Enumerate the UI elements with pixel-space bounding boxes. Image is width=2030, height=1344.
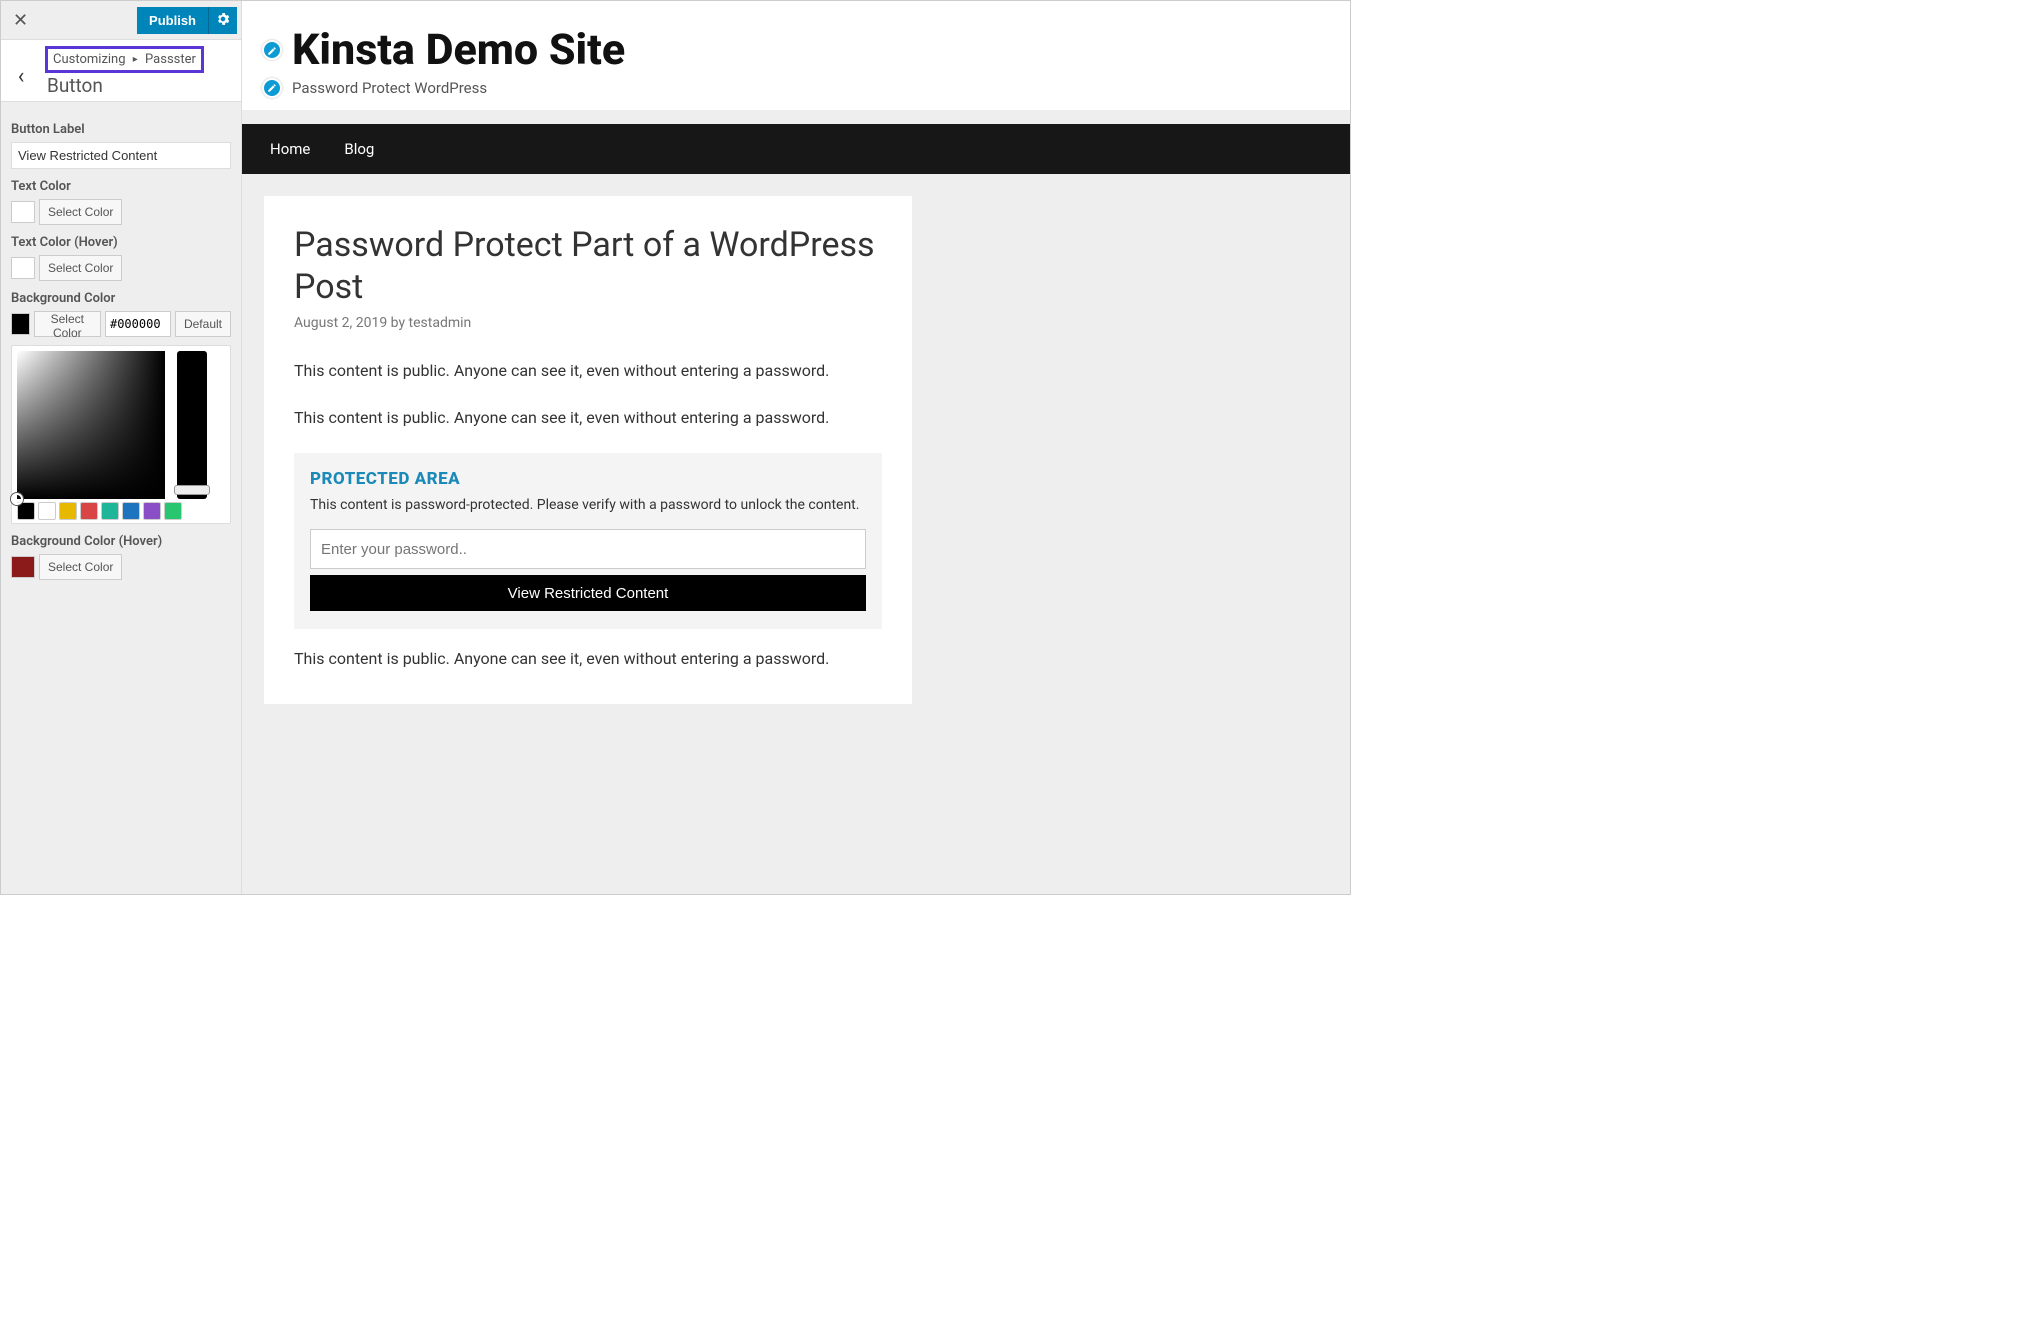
post: Password Protect Part of a WordPress Pos… (264, 196, 912, 705)
hue-slider[interactable] (177, 351, 207, 499)
post-meta: August 2, 2019 by testadmin (294, 315, 882, 331)
label-bg-color-hover: Background Color (Hover) (11, 534, 231, 549)
palette-swatch[interactable] (80, 502, 98, 520)
nav-item-home[interactable]: Home (270, 124, 310, 174)
button-label-input[interactable] (11, 142, 231, 169)
palette-swatch[interactable] (17, 502, 35, 520)
bg-color-hover-swatch[interactable] (11, 556, 35, 578)
palette-swatch[interactable] (59, 502, 77, 520)
post-title: Password Protect Part of a WordPress Pos… (294, 224, 882, 309)
close-icon[interactable]: ✕ (1, 1, 40, 40)
back-button[interactable]: ‹ (1, 40, 41, 95)
bg-color-swatch[interactable] (11, 313, 30, 335)
site-header: Kinsta Demo Site Password Protect WordPr… (242, 1, 1350, 110)
bg-color-hover-select-button[interactable]: Select Color (39, 554, 122, 580)
label-button-text: Button Label (11, 122, 231, 137)
breadcrumb: ‹ Customizing ▸ Passster Button (1, 40, 241, 102)
preview-pane: Kinsta Demo Site Password Protect WordPr… (242, 1, 1350, 894)
edit-shortcut-tagline[interactable] (262, 78, 282, 98)
palette-swatch[interactable] (38, 502, 56, 520)
pencil-icon (267, 41, 277, 60)
palette-swatch[interactable] (164, 502, 182, 520)
text-color-select-button[interactable]: Select Color (39, 199, 122, 225)
publish-button[interactable]: Publish (137, 7, 209, 34)
chevron-left-icon: ‹ (18, 64, 25, 89)
panel-title: Button (47, 74, 202, 97)
color-picker (11, 345, 231, 524)
text-color-hover-swatch[interactable] (11, 257, 35, 279)
gear-icon (215, 11, 231, 30)
settings-button[interactable] (209, 7, 237, 34)
protected-area: PROTECTED AREA This content is password-… (294, 453, 882, 629)
bg-color-hex-input[interactable] (105, 311, 171, 337)
site-tagline[interactable]: Password Protect WordPress (292, 79, 487, 97)
label-text-color-hover: Text Color (Hover) (11, 235, 231, 250)
site-title[interactable]: Kinsta Demo Site (292, 25, 625, 75)
sidebar-topbar: ✕ Publish (1, 1, 241, 40)
palette-swatch[interactable] (143, 502, 161, 520)
view-restricted-button[interactable]: View Restricted Content (310, 575, 866, 611)
breadcrumb-root: Customizing (53, 52, 126, 67)
text-color-swatch[interactable] (11, 201, 35, 223)
label-text-color: Text Color (11, 179, 231, 194)
breadcrumb-section: Passster (145, 52, 196, 67)
customizer-sidebar: ✕ Publish ‹ Customizing ▸ Passster (1, 1, 242, 894)
primary-nav: Home Blog (242, 124, 1350, 174)
nav-item-blog[interactable]: Blog (344, 124, 374, 174)
edit-shortcut-title[interactable] (262, 40, 282, 60)
palette-swatch[interactable] (122, 502, 140, 520)
password-input[interactable] (310, 529, 866, 569)
protected-text: This content is password-protected. Plea… (310, 497, 866, 513)
controls-area: Button Label Text Color Select Color Tex… (1, 102, 241, 894)
palette-swatch[interactable] (101, 502, 119, 520)
protected-heading: PROTECTED AREA (310, 469, 866, 489)
bg-color-select-button[interactable]: Select Color (34, 311, 101, 337)
sv-cursor-icon[interactable] (11, 493, 23, 505)
breadcrumb-separator-icon: ▸ (133, 54, 138, 65)
post-paragraph: This content is public. Anyone can see i… (294, 647, 882, 670)
post-paragraph: This content is public. Anyone can see i… (294, 406, 882, 429)
pencil-icon (267, 78, 277, 97)
post-paragraph: This content is public. Anyone can see i… (294, 359, 882, 382)
saturation-value-area[interactable] (17, 351, 165, 499)
bg-color-default-button[interactable]: Default (175, 311, 231, 337)
label-bg-color: Background Color (11, 291, 231, 306)
breadcrumb-highlight: Customizing ▸ Passster (47, 48, 202, 71)
hue-thumb-icon[interactable] (174, 485, 210, 495)
palette-row (17, 502, 225, 520)
text-color-hover-select-button[interactable]: Select Color (39, 255, 122, 281)
